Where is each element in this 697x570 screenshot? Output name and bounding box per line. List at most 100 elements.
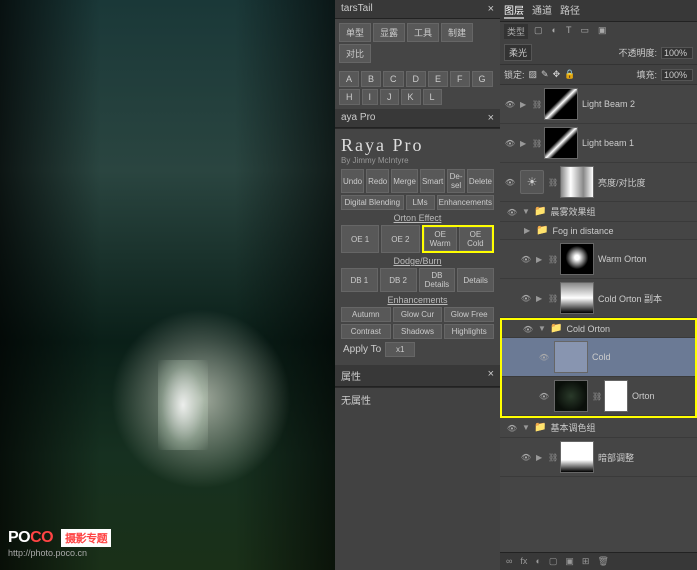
fill-input[interactable] (661, 69, 693, 81)
layer-row-selected[interactable]: Cold (502, 338, 695, 377)
layer-row[interactable]: ▶ ⛓ Light beam 1 (500, 124, 697, 163)
layer-name[interactable]: 暗部调整 (598, 451, 693, 464)
visibility-icon[interactable] (506, 207, 518, 217)
delete-button[interactable]: Delete (467, 169, 494, 193)
st-btn-3[interactable]: 工具 (407, 23, 439, 42)
layer-thumb[interactable] (544, 88, 578, 120)
apply-to-value[interactable]: x1 (385, 342, 415, 357)
db2-button[interactable]: DB 2 (380, 268, 417, 292)
sb-4[interactable]: D (406, 71, 427, 87)
sb-2[interactable]: B (361, 71, 381, 87)
layer-name[interactable]: Warm Orton (598, 254, 693, 264)
layer-thumb[interactable] (560, 243, 594, 275)
expand-icon[interactable]: ▼ (522, 207, 530, 216)
expand-icon[interactable]: ▶ (536, 294, 544, 303)
visibility-icon[interactable] (504, 99, 516, 110)
lock-move-icon[interactable]: ✥ (553, 69, 561, 80)
sb-8[interactable]: H (339, 89, 360, 105)
glow-cur-button[interactable]: Glow Cur (393, 307, 443, 322)
group-row[interactable]: ▼ 📁 Cold Orton (502, 320, 695, 338)
expand-icon[interactable]: ▶ (536, 453, 544, 462)
sb-12[interactable]: L (423, 89, 442, 105)
st-btn-4[interactable]: 制建 (441, 23, 473, 42)
group-row[interactable]: ▼ 📁 晨雾效果组 (500, 202, 697, 222)
opacity-input[interactable] (661, 47, 693, 59)
autumn-button[interactable]: Autumn (341, 307, 391, 322)
layer-row[interactable]: ⛓ Orton (502, 377, 695, 416)
digital-blending-button[interactable]: Digital Blending (341, 195, 404, 210)
filter-kind[interactable]: 类型 (504, 24, 528, 39)
layer-row[interactable]: ▶ ⛓ Cold Orton 副本 (500, 279, 697, 318)
tab-paths[interactable]: 路径 (560, 2, 580, 19)
visibility-icon[interactable] (520, 293, 532, 304)
layer-thumb[interactable] (554, 341, 588, 373)
sb-9[interactable]: I (362, 89, 379, 105)
contrast-button[interactable]: Contrast (341, 324, 391, 339)
highlights-button[interactable]: Highlights (444, 324, 494, 339)
fx-icon[interactable]: fx (520, 556, 527, 567)
visibility-icon[interactable] (504, 177, 516, 188)
mask-thumb[interactable] (604, 380, 628, 412)
db-details-button[interactable]: DB Details (419, 268, 456, 292)
visibility-icon[interactable] (506, 423, 518, 433)
oe-warm-button[interactable]: OE Warm (424, 227, 457, 251)
glow-free-button[interactable]: Glow Free (444, 307, 494, 322)
merge-button[interactable]: Merge (391, 169, 418, 193)
group-name[interactable]: 基本调色组 (550, 421, 691, 434)
new-layer-icon[interactable]: ⊞ (582, 556, 590, 567)
visibility-icon[interactable] (520, 254, 532, 265)
layer-row[interactable]: ☀ ⛓ 亮度/对比度 (500, 163, 697, 202)
layer-name[interactable]: Orton (632, 391, 691, 401)
tab-channels[interactable]: 通道 (532, 2, 552, 19)
lms-button[interactable]: LMs (406, 195, 435, 210)
expand-icon[interactable]: ▶ (520, 139, 528, 148)
expand-icon[interactable]: ▼ (522, 423, 530, 432)
layers-list[interactable]: ▶ ⛓ Light Beam 2 ▶ ⛓ Light beam 1 ☀ ⛓ 亮度… (500, 85, 697, 552)
oe2-button[interactable]: OE 2 (381, 225, 419, 253)
layer-name[interactable]: Cold (592, 352, 691, 362)
visibility-icon[interactable] (504, 138, 516, 149)
oe1-button[interactable]: OE 1 (341, 225, 379, 253)
group-name[interactable]: Cold Orton (566, 324, 689, 334)
enhancements-button[interactable]: Enhancements (437, 195, 494, 210)
layer-thumb[interactable] (544, 127, 578, 159)
st-btn-5[interactable]: 对比 (339, 44, 371, 63)
blend-mode-select[interactable]: 柔光 (504, 44, 532, 61)
undo-button[interactable]: Undo (341, 169, 364, 193)
db1-button[interactable]: DB 1 (341, 268, 378, 292)
visibility-icon[interactable] (538, 391, 550, 402)
delete-layer-icon[interactable]: 🗑 (597, 556, 608, 567)
shadows-button[interactable]: Shadows (393, 324, 443, 339)
layer-thumb[interactable] (560, 282, 594, 314)
sb-11[interactable]: K (401, 89, 421, 105)
redo-button[interactable]: Redo (366, 169, 389, 193)
smart-button[interactable]: Smart (420, 169, 445, 193)
sb-7[interactable]: G (472, 71, 493, 87)
layer-row[interactable]: ▶ ⛓ 暗部调整 (500, 438, 697, 477)
layer-row[interactable]: ▶ ⛓ Warm Orton (500, 240, 697, 279)
layer-name[interactable]: Cold Orton 副本 (598, 292, 693, 305)
group-row[interactable]: ▼ 📁 基本调色组 (500, 418, 697, 438)
visibility-icon[interactable] (520, 452, 532, 463)
tab-layers[interactable]: 图层 (504, 2, 524, 19)
filter-shape-icon[interactable]: ▭ (577, 24, 592, 39)
layer-name[interactable]: Light beam 1 (582, 138, 693, 148)
visibility-icon[interactable] (538, 352, 550, 363)
visibility-icon[interactable] (522, 324, 534, 334)
layer-thumb[interactable] (560, 441, 594, 473)
close-icon[interactable]: × (488, 3, 494, 15)
filter-smart-icon[interactable]: ▣ (595, 24, 610, 39)
new-group-icon[interactable]: ▣ (565, 556, 574, 567)
sb-5[interactable]: E (428, 71, 448, 87)
lock-all-icon[interactable]: 🔒 (564, 69, 575, 80)
st-btn-1[interactable]: 单型 (339, 23, 371, 42)
oe-cold-button[interactable]: OE Cold (459, 227, 492, 251)
mask-thumb[interactable] (560, 166, 594, 198)
filter-type-icon[interactable]: T (563, 24, 575, 39)
expand-icon[interactable]: ▶ (524, 226, 532, 235)
new-fill-icon[interactable]: ▢ (549, 556, 558, 567)
layer-name[interactable]: 亮度/对比度 (598, 176, 693, 189)
group-name[interactable]: 晨雾效果组 (550, 205, 691, 218)
layer-row[interactable]: ▶ ⛓ Light Beam 2 (500, 85, 697, 124)
lock-brush-icon[interactable]: ✎ (541, 69, 549, 80)
